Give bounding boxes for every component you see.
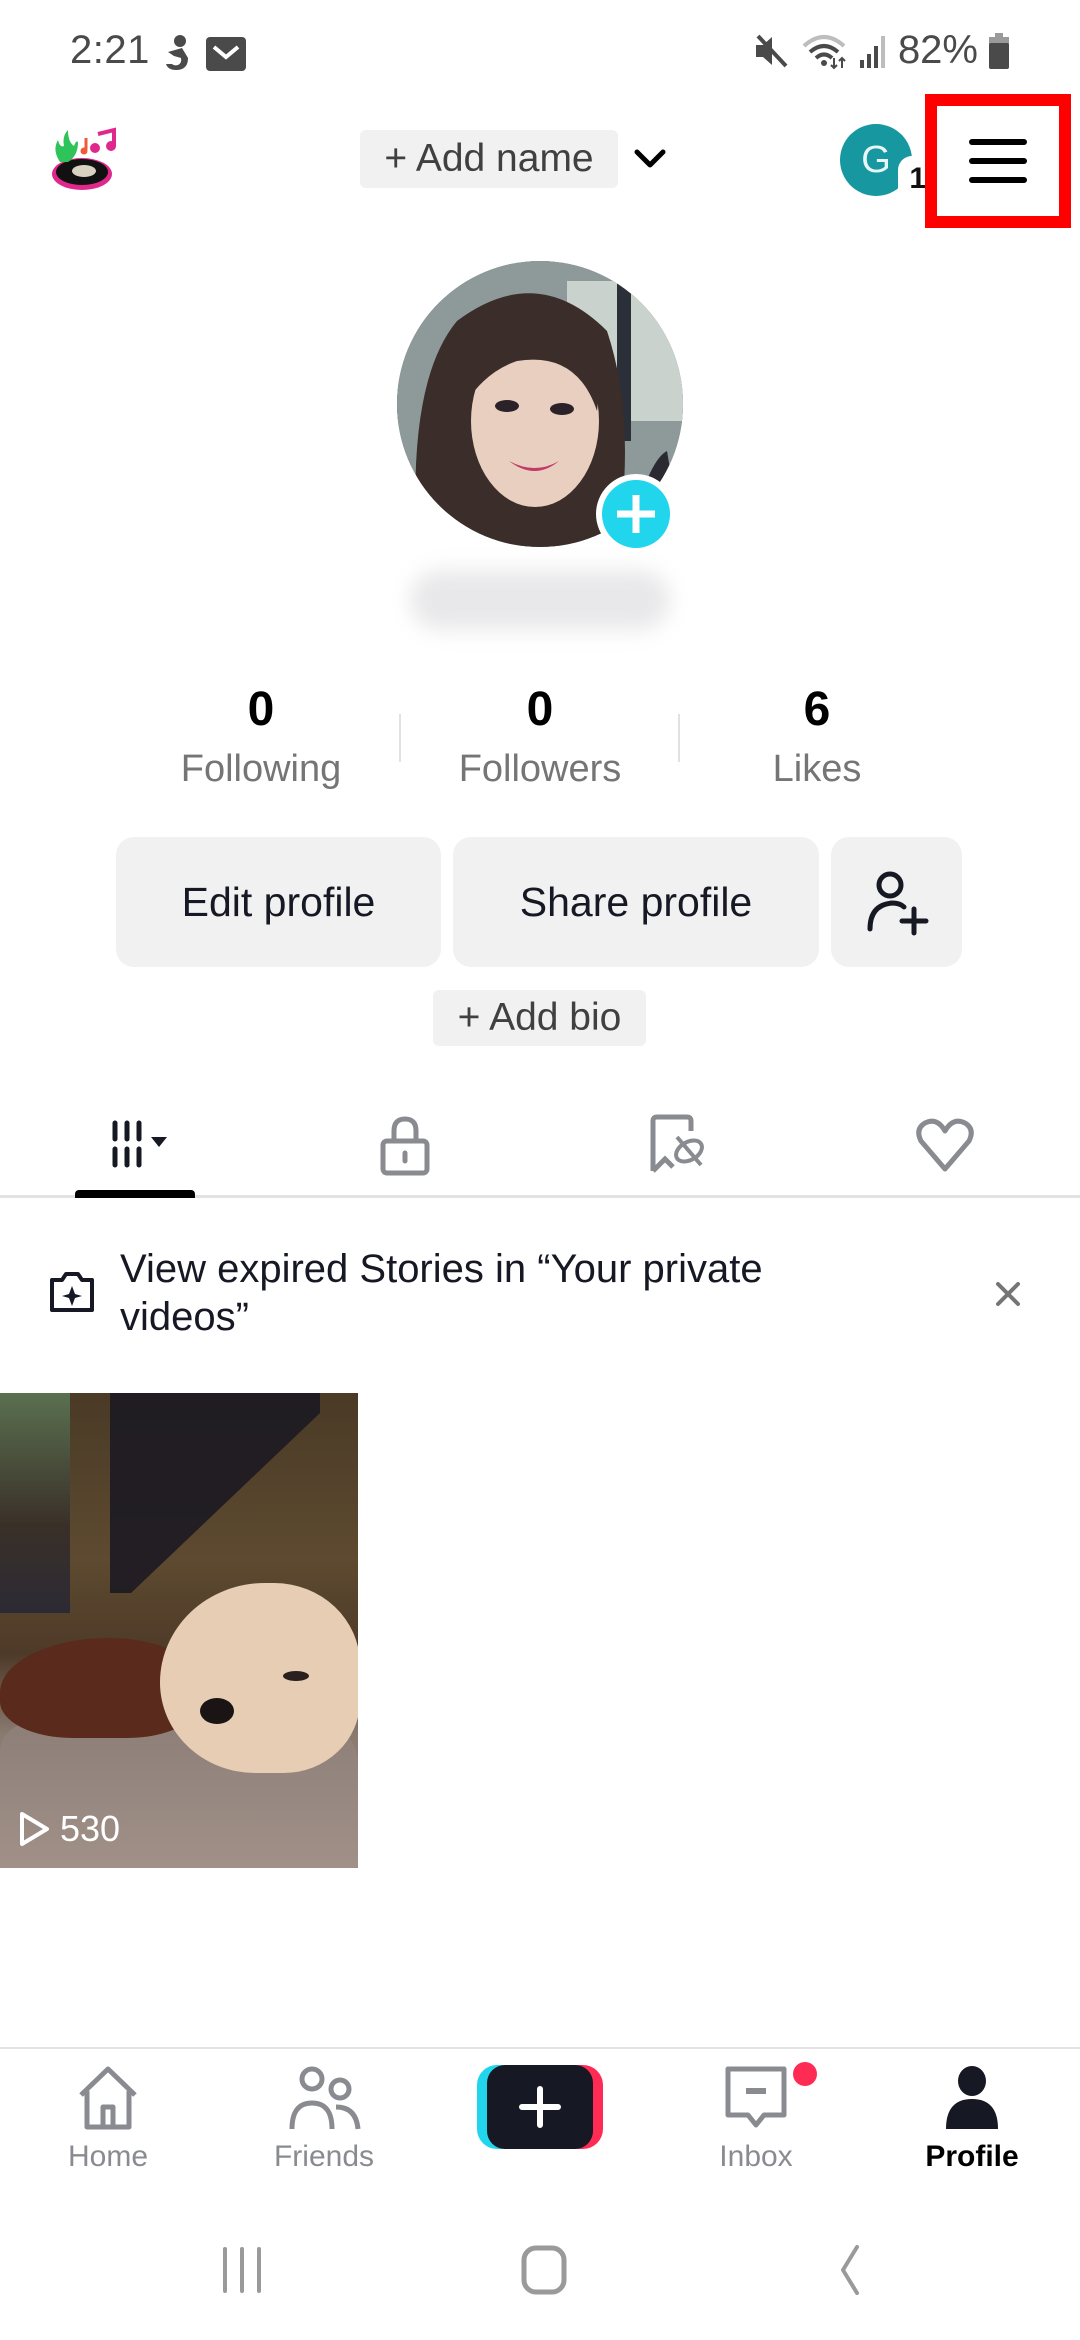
play-icon <box>20 1812 49 1846</box>
home-button-icon[interactable] <box>504 2240 584 2300</box>
nav-friends[interactable]: Friends <box>216 2062 432 2186</box>
lock-icon <box>380 1116 430 1176</box>
expired-stories-banner-text[interactable]: View expired Stories in “Your private vi… <box>120 1245 880 1341</box>
inbox-icon <box>716 2062 796 2134</box>
back-icon[interactable] <box>808 2240 888 2300</box>
nav-profile[interactable]: Profile <box>864 2062 1080 2186</box>
hamburger-menu-icon[interactable] <box>937 106 1059 216</box>
mail-notification-icon <box>206 37 246 71</box>
avatar-initial: G <box>861 138 891 181</box>
edit-profile-button[interactable]: Edit profile <box>116 837 441 967</box>
plus-icon <box>602 480 670 548</box>
view-count: 530 <box>60 1808 121 1849</box>
share-profile-button[interactable]: Share profile <box>453 837 819 967</box>
status-time: 2:21 <box>70 28 150 72</box>
stat-label: Followers <box>458 748 622 790</box>
create-button[interactable] <box>477 2065 603 2149</box>
create-plus-icon <box>487 2065 593 2149</box>
video-thumbnail[interactable] <box>0 1393 358 1868</box>
active-tab-indicator <box>75 1190 195 1198</box>
bookmark-hidden-icon <box>650 1114 704 1173</box>
recent-apps-icon[interactable] <box>202 2240 282 2300</box>
stat-label: Following <box>180 748 342 790</box>
status-icons: 82% <box>752 28 1010 73</box>
stat-likes[interactable]: 6 Likes <box>687 680 947 791</box>
nav-home[interactable]: Home <box>0 2062 216 2186</box>
grid-icon <box>112 1120 167 1168</box>
tab-favorites[interactable] <box>540 1100 810 1190</box>
thumb-bg-poster <box>110 1393 320 1593</box>
stat-following[interactable]: 0 Following <box>131 680 391 791</box>
add-friends-button[interactable] <box>831 837 962 967</box>
add-photo-button[interactable] <box>596 474 676 554</box>
thumb-golden-puppy <box>160 1583 358 1773</box>
close-icon[interactable] <box>990 1276 1026 1312</box>
add-bio-button[interactable]: + Add bio <box>433 990 646 1046</box>
stat-value: 0 <box>247 683 275 736</box>
wifi-icon <box>802 34 846 69</box>
heart-icon <box>916 1118 974 1172</box>
story-camera-icon <box>48 1270 96 1314</box>
fitness-notification-icon <box>160 34 196 74</box>
app-logo[interactable] <box>48 126 120 192</box>
thumb-bg-poster <box>0 1393 70 1613</box>
mute-icon <box>755 34 788 67</box>
video-view-count: 530 <box>18 1808 120 1850</box>
tab-private[interactable] <box>270 1100 540 1190</box>
signal-icon <box>859 35 885 68</box>
tab-liked[interactable] <box>810 1100 1080 1190</box>
tab-videos[interactable] <box>0 1100 270 1190</box>
add-friend-icon <box>867 871 928 936</box>
stat-label: Likes <box>772 748 862 790</box>
thumb-puppy-eye <box>283 1671 309 1681</box>
friends-icon <box>284 2062 364 2134</box>
inbox-notification-dot <box>793 2062 817 2086</box>
battery-icon <box>989 32 1009 69</box>
stat-divider <box>399 714 401 762</box>
account-notification-badge: 1 <box>898 156 926 196</box>
dropdown-caret-icon <box>151 1137 167 1147</box>
nav-inbox[interactable]: Inbox <box>648 2062 864 2186</box>
chevron-down-icon[interactable] <box>632 144 668 174</box>
stat-value: 0 <box>526 683 554 736</box>
nav-label: Inbox <box>719 2140 793 2173</box>
nav-label: Profile <box>925 2140 1019 2173</box>
stat-value: 6 <box>803 683 831 736</box>
add-name-button[interactable]: + Add name <box>360 130 618 188</box>
stat-followers[interactable]: 0 Followers <box>410 680 670 791</box>
home-icon <box>68 2062 148 2134</box>
profile-icon <box>932 2062 1012 2134</box>
stat-divider <box>678 714 680 762</box>
thumb-puppy-nose <box>200 1698 234 1724</box>
battery-percent: 82% <box>897 28 978 72</box>
nav-label: Friends <box>273 2140 375 2173</box>
username-blurred <box>410 570 670 630</box>
nav-label: Home <box>67 2140 149 2173</box>
